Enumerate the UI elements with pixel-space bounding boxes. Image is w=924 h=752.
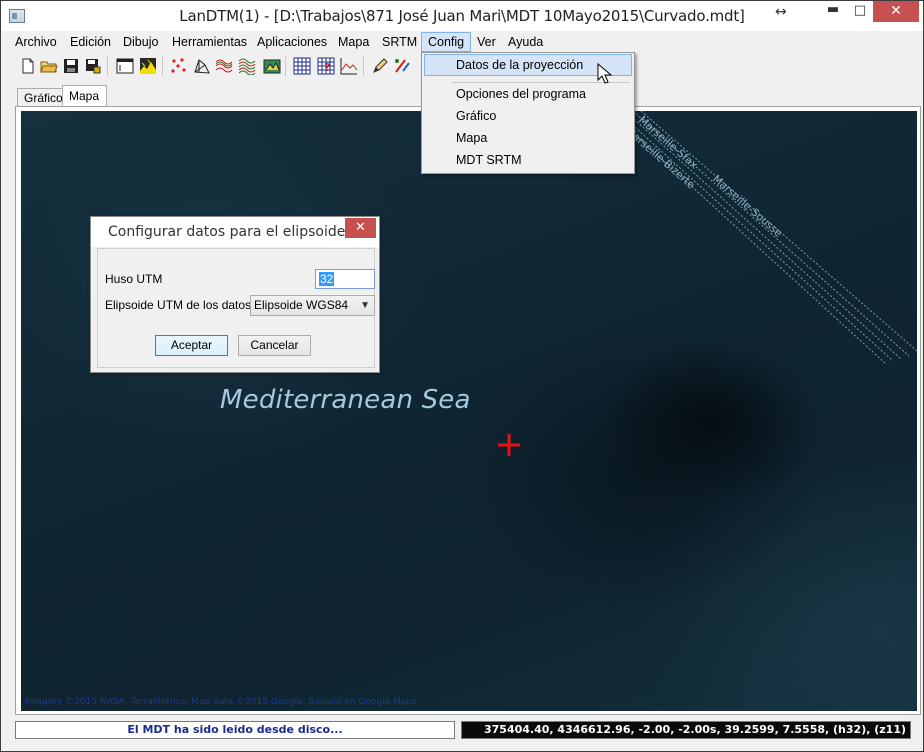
menu-bar: Archivo Edición Dibujo Herramientas Apli… <box>1 31 923 53</box>
sea-label: Mediterranean Sea <box>220 385 471 415</box>
toolbar-separator <box>363 56 364 76</box>
mesh-icon[interactable] <box>193 57 211 75</box>
open-folder-icon[interactable] <box>40 57 58 75</box>
crosshair-icon <box>498 434 520 456</box>
menu-config[interactable]: Config <box>421 32 472 52</box>
elipsoide-select[interactable]: Elipsoide WGS84 ▼ <box>250 295 375 316</box>
accept-button[interactable]: Aceptar <box>155 335 228 356</box>
toolbar-separator <box>285 56 286 76</box>
close-button[interactable]: ✕ <box>873 1 919 22</box>
toolbar-separator <box>162 56 163 76</box>
huso-utm-input[interactable]: 32 <box>315 269 375 289</box>
menu-dibujo[interactable]: Dibujo <box>117 32 164 52</box>
maximize-button[interactable]: □ <box>847 1 873 22</box>
mouse-pointer-icon <box>597 63 613 84</box>
cancel-button[interactable]: Cancelar <box>238 335 311 356</box>
map-3d-icon[interactable] <box>263 57 281 75</box>
ellipsoid-dialog: Configurar datos para el elipsoide ✕ Hus… <box>90 216 380 373</box>
status-message: El MDT ha sido leido desde disco... <box>15 721 455 739</box>
map-attribution[interactable]: Imagery ©2015 NASA, TerraMetrics, Map da… <box>25 697 417 707</box>
window-icon[interactable] <box>116 57 134 75</box>
dialog-title-bar[interactable]: Configurar datos para el elipsoide ✕ <box>91 217 379 247</box>
title-bar[interactable]: LanDTM(1) - [D:\Trabajos\871 José Juan M… <box>1 1 923 31</box>
terrain-icon[interactable] <box>139 57 157 75</box>
huso-utm-value: 32 <box>319 272 335 286</box>
menu-edicion[interactable]: Edición <box>64 32 117 52</box>
contour-icon[interactable] <box>215 57 233 75</box>
save-icon[interactable] <box>62 57 80 75</box>
tab-grafico[interactable]: Gráfico <box>17 88 63 107</box>
grid-query-icon[interactable]: ? <box>317 57 335 75</box>
dialog-body: Huso UTM 32 Elipsoide UTM de los datos E… <box>97 248 375 368</box>
points-icon[interactable] <box>170 57 188 75</box>
grid-icon[interactable] <box>293 57 311 75</box>
menu-archivo[interactable]: Archivo <box>9 32 63 52</box>
chevron-down-icon: ▼ <box>360 300 370 311</box>
elipsoide-selected-value: Elipsoide WGS84 <box>254 298 349 312</box>
huso-utm-label: Huso UTM <box>105 272 163 286</box>
svg-text:?: ? <box>324 61 330 74</box>
save-as-icon[interactable] <box>84 57 102 75</box>
minimize-button[interactable]: ▬ <box>819 1 847 22</box>
profile-icon[interactable] <box>340 57 358 75</box>
map-view[interactable]: Marseille-Sfax Marseille-Bizerte Marseil… <box>21 111 917 711</box>
dialog-title: Configurar datos para el elipsoide <box>108 224 346 240</box>
elipsoide-label: Elipsoide UTM de los datos <box>105 298 252 312</box>
app-window: LanDTM(1) - [D:\Trabajos\871 José Juan M… <box>0 0 924 752</box>
toolbar-separator <box>107 56 108 76</box>
menu-herramientas[interactable]: Herramientas <box>166 32 253 52</box>
menu-item-opciones-programa[interactable]: Opciones del programa <box>424 83 632 105</box>
resize-icon: ↔ <box>775 4 787 20</box>
map-panel: Marseille-Sfax Marseille-Bizerte Marseil… <box>15 106 921 715</box>
menu-item-grafico[interactable]: Gráfico <box>424 105 632 127</box>
tab-mapa[interactable]: Mapa <box>62 85 107 107</box>
pencil-icon[interactable] <box>371 57 389 75</box>
menu-item-mdt-srtm[interactable]: MDT SRTM <box>424 149 632 171</box>
menu-ayuda[interactable]: Ayuda <box>502 32 549 52</box>
draw-tool-icon[interactable] <box>393 57 411 75</box>
menu-ver[interactable]: Ver <box>471 32 502 52</box>
menu-aplicaciones[interactable]: Aplicaciones <box>251 32 333 52</box>
menu-item-mapa[interactable]: Mapa <box>424 127 632 149</box>
new-file-icon[interactable] <box>19 57 37 75</box>
menu-srtm[interactable]: SRTM <box>376 32 423 52</box>
menu-mapa[interactable]: Mapa <box>332 32 375 52</box>
dialog-close-button[interactable]: ✕ <box>345 218 376 238</box>
contour-alt-icon[interactable] <box>238 57 256 75</box>
status-coordinates: 375404.40, 4346612.96, -2.00, -2.00s, 39… <box>461 721 911 739</box>
